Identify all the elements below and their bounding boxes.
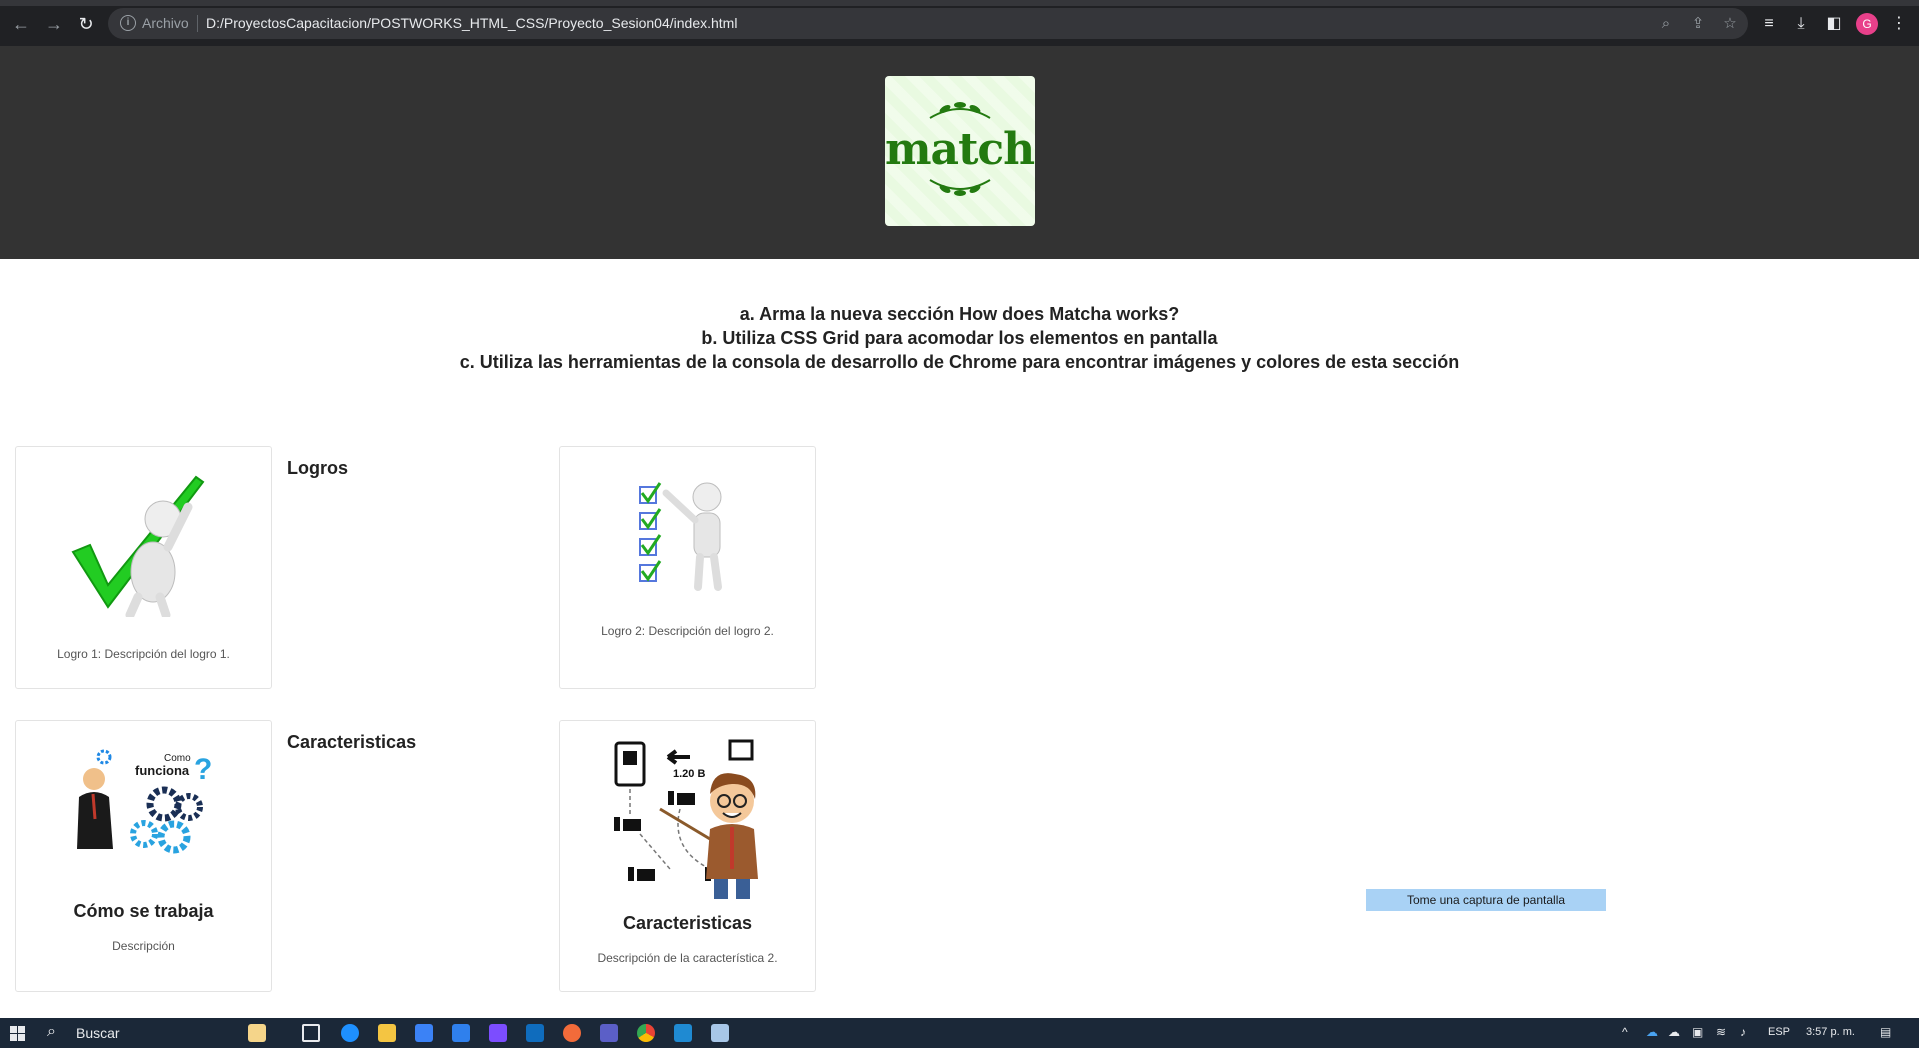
chrome-icon[interactable]: [637, 1024, 655, 1042]
zoom-icon[interactable]: ⌕: [1656, 14, 1676, 34]
caracteristica-card-2: 1.20 B Caracteristicas Descripción de la…: [559, 720, 816, 992]
logro-card-2: Logro 2: Descripción del logro 2.: [559, 446, 816, 689]
leaf-bottom-icon: [929, 179, 991, 196]
logo-wordmark: matcha: [885, 124, 1035, 175]
side-panel-icon[interactable]: ◧: [1823, 13, 1845, 35]
onedrive-icon[interactable]: ☁: [1646, 1025, 1658, 1039]
vscode-icon[interactable]: [674, 1024, 692, 1042]
notepad-icon[interactable]: [711, 1024, 729, 1042]
bookmark-star-icon[interactable]: ☆: [1720, 14, 1740, 34]
url-scheme-label: Archivo: [142, 15, 189, 31]
instructions-block: a. Arma la nueva sección How does Matcha…: [0, 302, 1919, 374]
teacher-network-image: 1.20 B: [614, 739, 758, 899]
menu-kebab-icon[interactable]: ⋮: [1888, 13, 1910, 35]
reading-list-icon[interactable]: ≡: [1758, 13, 1780, 35]
browser-toolbar: ← → ↻ i Archivo D:/ProyectosCapacitacion…: [0, 0, 1919, 46]
taskbar-search-icon[interactable]: ⌕: [47, 1023, 56, 1041]
svg-text:?: ?: [194, 753, 212, 786]
task-view-icon[interactable]: [302, 1024, 320, 1042]
back-icon[interactable]: ←: [10, 13, 32, 35]
file-explorer-icon[interactable]: [378, 1024, 396, 1042]
tab-strip: [0, 0, 1919, 6]
taskbar-widget-icon[interactable]: [248, 1024, 266, 1042]
instruction-c: c. Utiliza las herramientas de la consol…: [459, 352, 1460, 372]
url-separator: [197, 15, 198, 32]
image-number-label: 1.20 B: [673, 768, 705, 780]
funciona-label: funciona: [135, 763, 190, 778]
mail-icon[interactable]: [452, 1024, 470, 1042]
instruction-a: a. Arma la nueva sección How does Matcha…: [739, 304, 1180, 324]
matcha-logo: matcha: [885, 76, 1035, 226]
como-se-trabaja-caption: Descripción: [112, 939, 175, 953]
checklist-figure-image: [639, 482, 722, 591]
caracteristicas-card-title: Caracteristicas: [622, 913, 753, 933]
postman-icon[interactable]: [563, 1024, 581, 1042]
windows-taskbar: ⌕ Buscar ^ ☁ ☁ ▣ ≋ ♪ ESP 3:57 p. m. ▤: [0, 1018, 1919, 1048]
instruction-b: b. Utiliza CSS Grid para acomodar los el…: [701, 328, 1218, 348]
download-icon[interactable]: ⤓: [1790, 13, 1812, 35]
logro-1-caption: Logro 1: Descripción del logro 1.: [57, 647, 230, 661]
show-hidden-icons-icon[interactable]: ^: [1622, 1025, 1628, 1039]
forward-icon[interactable]: →: [43, 13, 65, 35]
network-cloud-icon[interactable]: ☁: [1668, 1025, 1680, 1039]
leaf-top-icon: [929, 102, 991, 119]
como-se-trabaja-title: Cómo se trabaja: [73, 901, 214, 921]
security-icon[interactable]: ▣: [1692, 1025, 1703, 1039]
take-screenshot-button[interactable]: Tome una captura de pantalla: [1366, 889, 1606, 911]
volume-icon[interactable]: ♪: [1740, 1025, 1746, 1039]
outlook-icon[interactable]: [526, 1024, 544, 1042]
how-it-works-image: Como funciona ?: [77, 749, 212, 854]
url-text[interactable]: D:/ProyectosCapacitacion/POSTWORKS_HTML_…: [206, 15, 737, 31]
taskbar-search-input[interactable]: Buscar: [76, 1025, 120, 1041]
caracteristica-2-caption: Descripción de la característica 2.: [597, 951, 778, 965]
clock[interactable]: 3:57 p. m.: [1806, 1026, 1855, 1038]
store-icon[interactable]: [415, 1024, 433, 1042]
checkmark-figure-image: [71, 475, 205, 617]
logros-title: Logros: [287, 458, 348, 478]
teams-icon[interactable]: [600, 1024, 618, 1042]
notifications-icon[interactable]: ▤: [1880, 1025, 1891, 1039]
caracteristicas-title: Caracteristicas: [287, 732, 417, 752]
windows-start-icon[interactable]: [10, 1026, 25, 1041]
site-info-icon[interactable]: i: [120, 15, 136, 31]
language-indicator[interactable]: ESP: [1768, 1026, 1790, 1038]
app-icon[interactable]: [489, 1024, 507, 1042]
edge-icon[interactable]: [341, 1024, 359, 1042]
caracteristica-card-1: Como funciona ? Cómo se trabaja Descripc…: [15, 720, 272, 992]
share-icon[interactable]: ⇪: [1688, 14, 1708, 34]
logro-2-caption: Logro 2: Descripción del logro 2.: [601, 624, 774, 638]
profile-avatar[interactable]: G: [1856, 13, 1878, 35]
wifi-icon[interactable]: ≋: [1716, 1025, 1726, 1039]
logro-card-1: Logro 1: Descripción del logro 1.: [15, 446, 272, 689]
address-bar[interactable]: i Archivo D:/ProyectosCapacitacion/POSTW…: [108, 8, 1748, 39]
reload-icon[interactable]: ↻: [75, 13, 97, 35]
